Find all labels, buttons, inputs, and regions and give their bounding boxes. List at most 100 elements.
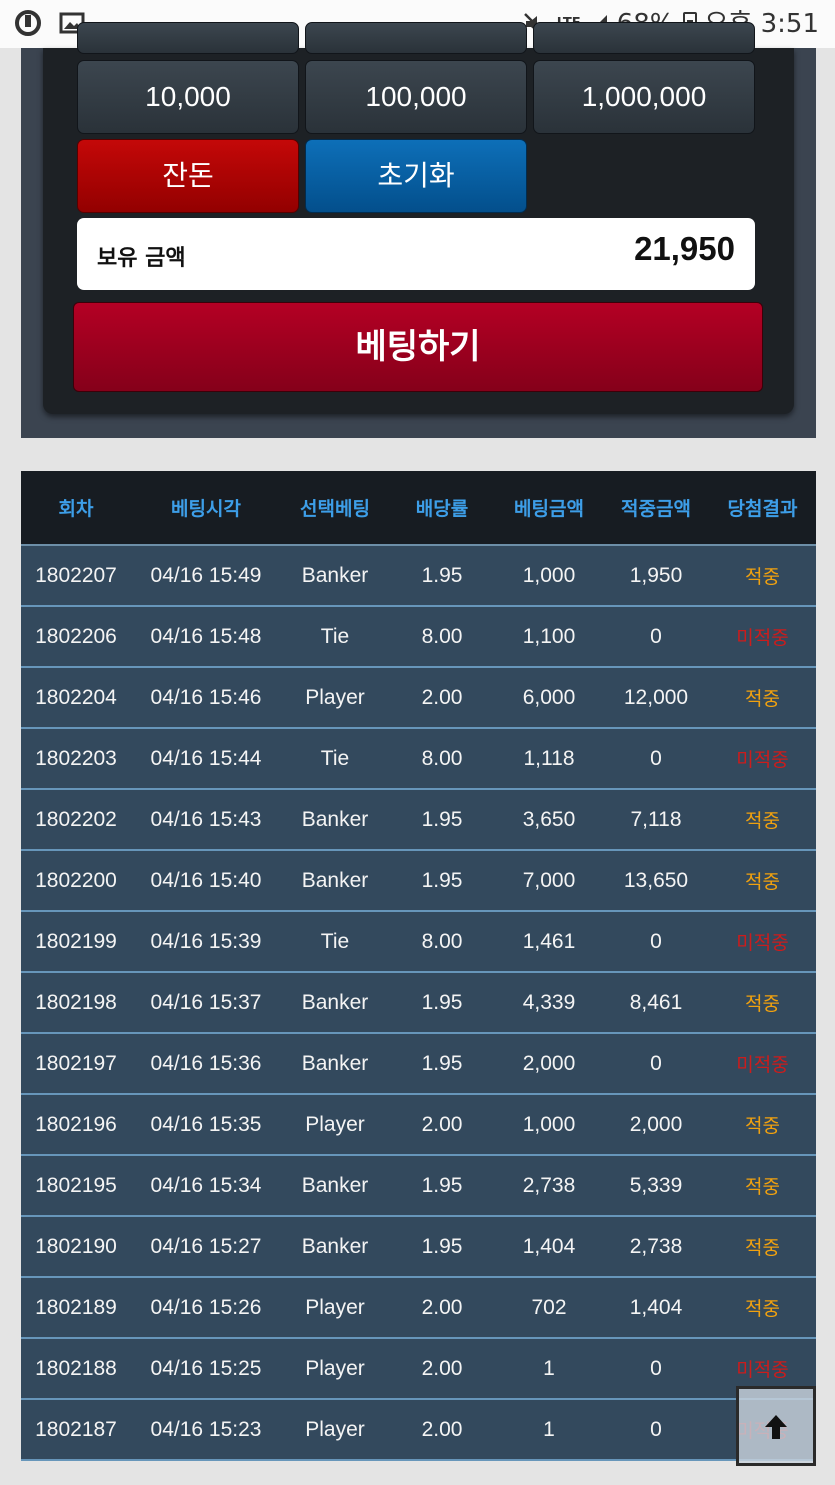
table-row: 1802207 04/16 15:49 Banker 1.95 1,000 1,950 적중	[21, 545, 816, 607]
chip-button-1000000[interactable]: 1,000,000	[533, 60, 755, 134]
table-header-row: 회차 베팅시각 선택베팅 배당률 베팅금액 적중금액 당첨결과	[21, 471, 816, 546]
cell-bet-amount: 7,000	[495, 850, 603, 912]
table-row: 1802195 04/16 15:34 Banker 1.95 2,738 5,339 적중	[21, 1155, 816, 1217]
cell-bet-amount: 1,118	[495, 728, 603, 790]
chip-button-10000[interactable]: 10,000	[77, 60, 299, 134]
cell-win-amount: 1,404	[603, 1277, 709, 1339]
cell-bet-time: 04/16 15:23	[131, 1399, 281, 1461]
cell-round: 1802195	[21, 1155, 131, 1217]
table-row: 180218704/16 15:23Player2.0010미적중	[21, 1399, 816, 1461]
scroll-to-top-button[interactable]	[736, 1386, 816, 1466]
cell-win-amount: 0	[603, 1338, 709, 1400]
cell-bet-amount: 1,000	[495, 545, 603, 607]
cell-pick: Player	[281, 1338, 389, 1400]
cell-odds: 8.00	[389, 911, 495, 973]
chip-button-hidden-3[interactable]	[533, 22, 755, 54]
chip-button-100000[interactable]: 100,000	[305, 60, 527, 134]
cell-result: 적중	[709, 972, 816, 1034]
cell-bet-amount: 1,461	[495, 911, 603, 973]
cell-bet-time: 04/16 15:48	[131, 606, 281, 668]
chip-button-hidden-2[interactable]	[305, 22, 527, 54]
reset-button[interactable]: 초기화	[305, 139, 527, 213]
cell-bet-amount: 1,100	[495, 606, 603, 668]
cell-win-amount: 0	[603, 1033, 709, 1095]
cell-win-amount: 5,339	[603, 1155, 709, 1217]
table-row: 1802198 04/16 15:37 Banker 1.95 4,339 8,461 적중	[21, 972, 816, 1034]
header-pick: 선택베팅	[281, 471, 389, 546]
cell-odds: 1.95	[389, 789, 495, 851]
cell-result: 적중	[709, 1277, 816, 1339]
header-result: 당첨결과	[709, 471, 816, 546]
cell-pick: Banker	[281, 1216, 389, 1278]
cell-odds: 1.95	[389, 850, 495, 912]
cell-odds: 1.95	[389, 1155, 495, 1217]
cell-bet-amount: 3,650	[495, 789, 603, 851]
balance-value: 21,950	[634, 230, 735, 267]
bet-history-table-container: 회차 베팅시각 선택베팅 배당률 베팅금액 적중금액 당첨결과 1802207 0…	[21, 471, 816, 1461]
header-win-amount: 적중금액	[603, 471, 709, 546]
cell-pick: Player	[281, 1399, 389, 1461]
table-row: 1802200 04/16 15:40 Banker 1.95 7,000 13,650 적…	[21, 850, 816, 912]
cell-round: 1802189	[21, 1277, 131, 1339]
cell-odds: 2.00	[389, 1399, 495, 1461]
cell-odds: 8.00	[389, 606, 495, 668]
cell-result: 미적중	[709, 1033, 816, 1095]
cell-bet-amount: 702	[495, 1277, 603, 1339]
cell-win-amount: 2,000	[603, 1094, 709, 1156]
header-odds: 배당률	[389, 471, 495, 546]
cell-bet-time: 04/16 15:27	[131, 1216, 281, 1278]
cell-round: 1802196	[21, 1094, 131, 1156]
cell-round: 1802198	[21, 972, 131, 1034]
cell-bet-amount: 1	[495, 1399, 603, 1461]
cell-win-amount: 7,118	[603, 789, 709, 851]
table-row: 1802202 04/16 15:43 Banker 1.95 3,650 7,118 적중	[21, 789, 816, 851]
cell-pick: Banker	[281, 972, 389, 1034]
cell-result: 미적중	[709, 728, 816, 790]
change-button[interactable]: 잔돈	[77, 139, 299, 213]
cell-round: 1802206	[21, 606, 131, 668]
cell-round: 1802202	[21, 789, 131, 851]
cell-bet-amount: 4,339	[495, 972, 603, 1034]
cell-bet-time: 04/16 15:35	[131, 1094, 281, 1156]
header-round: 회차	[21, 471, 131, 546]
cell-result: 미적중	[709, 911, 816, 973]
app-notification-icon	[15, 10, 41, 36]
betting-panel-container: 10,000 100,000 1,000,000 잔돈 초기화 보유 금액 21…	[21, 22, 816, 438]
cell-round: 1802199	[21, 911, 131, 973]
cell-odds: 1.95	[389, 972, 495, 1034]
cell-round: 1802187	[21, 1399, 131, 1461]
cell-odds: 2.00	[389, 1277, 495, 1339]
balance-label: 보유 금액	[97, 246, 186, 271]
cell-win-amount: 0	[603, 911, 709, 973]
cell-bet-time: 04/16 15:26	[131, 1277, 281, 1339]
cell-pick: Player	[281, 1094, 389, 1156]
cell-result: 미적중	[709, 606, 816, 668]
table-row: 1802206 04/16 15:48 Tie 8.00 1,100 0 미적중	[21, 606, 816, 668]
arrow-up-icon	[765, 1415, 787, 1439]
cell-pick: Tie	[281, 728, 389, 790]
cell-round: 1802188	[21, 1338, 131, 1400]
cell-bet-amount: 1,000	[495, 1094, 603, 1156]
cell-bet-amount: 2,000	[495, 1033, 603, 1095]
cell-pick: Banker	[281, 545, 389, 607]
bet-history-table: 회차 베팅시각 선택베팅 배당률 베팅금액 적중금액 당첨결과 1802207 0…	[21, 471, 816, 1461]
cell-bet-time: 04/16 15:43	[131, 789, 281, 851]
betting-panel: 10,000 100,000 1,000,000 잔돈 초기화 보유 금액 21…	[43, 22, 794, 414]
table-row: 1802203 04/16 15:44 Tie 8.00 1,118 0 미적중	[21, 728, 816, 790]
cell-win-amount: 8,461	[603, 972, 709, 1034]
cell-pick: Tie	[281, 911, 389, 973]
header-bet-amount: 베팅금액	[495, 471, 603, 546]
cell-pick: Banker	[281, 850, 389, 912]
cell-pick: Banker	[281, 789, 389, 851]
cell-odds: 8.00	[389, 728, 495, 790]
cell-bet-amount: 2,738	[495, 1155, 603, 1217]
cell-pick: Player	[281, 667, 389, 729]
cell-win-amount: 1,950	[603, 545, 709, 607]
bet-button[interactable]: 베팅하기	[73, 302, 763, 392]
cell-win-amount: 12,000	[603, 667, 709, 729]
chip-button-hidden-1[interactable]	[77, 22, 299, 54]
cell-result: 적중	[709, 850, 816, 912]
cell-bet-time: 04/16 15:46	[131, 667, 281, 729]
cell-pick: Banker	[281, 1155, 389, 1217]
cell-pick: Player	[281, 1277, 389, 1339]
